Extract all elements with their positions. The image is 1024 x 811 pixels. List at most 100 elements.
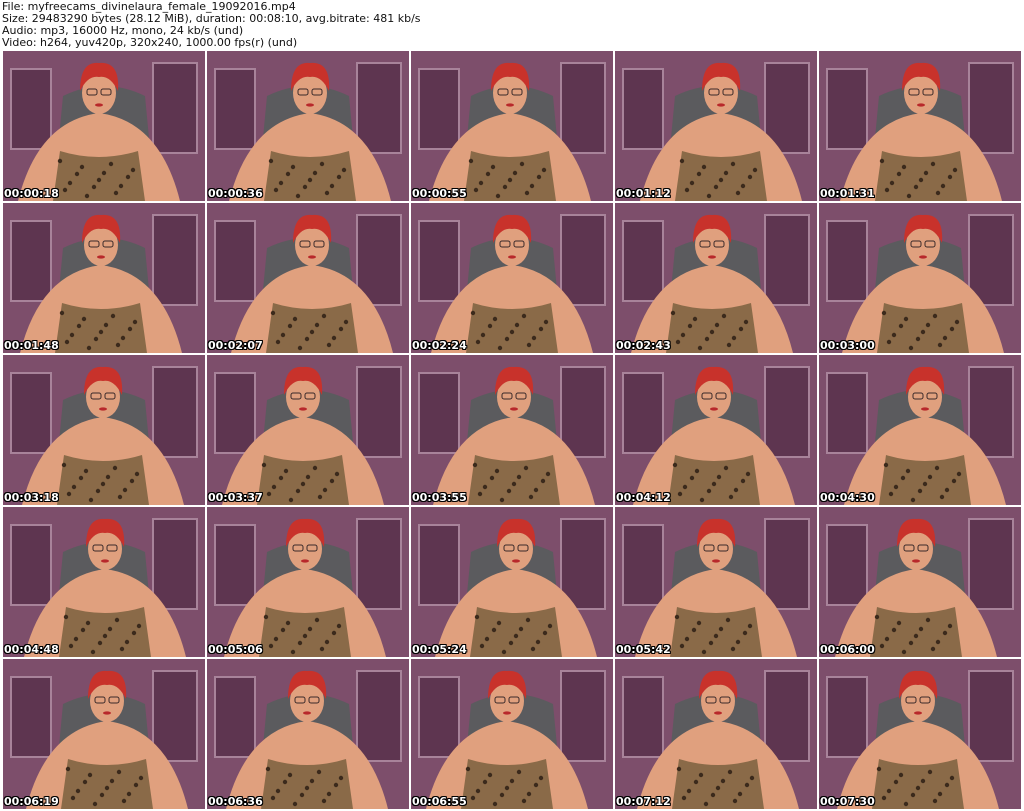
dress-pattern-spot — [82, 779, 88, 785]
dress-pattern-spot — [728, 494, 734, 500]
timestamp-label: 00:06:36 — [208, 795, 263, 808]
wall-panel — [764, 214, 810, 306]
dress-pattern-spot — [883, 462, 889, 468]
scene-image — [615, 659, 817, 809]
dress-pattern-spot — [886, 788, 892, 794]
dress-pattern-spot — [689, 475, 695, 481]
dress-pattern-spot — [492, 801, 498, 807]
dress-pattern-spot — [703, 801, 709, 807]
wall-panel — [214, 68, 256, 150]
dress-pattern-spot — [922, 481, 928, 487]
dress-pattern-spot — [942, 630, 948, 636]
dress-pattern-spot — [726, 342, 732, 348]
dress-pattern-spot — [747, 623, 753, 629]
dress-pattern-spot — [896, 171, 902, 177]
wall-panel — [560, 670, 606, 762]
dress-pattern-spot — [874, 614, 880, 620]
wall-panel — [622, 68, 664, 150]
dress-pattern-spot — [121, 798, 127, 804]
dress-pattern-spot — [714, 322, 720, 328]
dress-pattern-spot — [319, 646, 325, 652]
timestamp-label: 00:03:00 — [820, 339, 875, 352]
dress-pattern-spot — [333, 782, 339, 788]
dress-pattern-spot — [133, 782, 139, 788]
dress-pattern-spot — [501, 649, 507, 655]
thumbnail-frame: 00:05:24 — [411, 507, 613, 657]
timestamp-label: 00:03:55 — [412, 491, 467, 504]
dress-pattern-spot — [125, 174, 131, 180]
dress-pattern-spot — [134, 471, 140, 477]
dress-pattern-spot — [723, 465, 729, 471]
thumbnail-frame: 00:06:55 — [411, 659, 613, 809]
lips — [306, 103, 314, 107]
dress-pattern-spot — [265, 766, 271, 772]
dress — [266, 303, 358, 353]
dress-pattern-spot — [302, 633, 308, 639]
dress-pattern-spot — [331, 630, 337, 636]
dress-pattern-spot — [124, 639, 130, 645]
scene-image — [819, 51, 1021, 201]
dress — [59, 607, 151, 657]
dress-pattern-spot — [499, 497, 505, 503]
thumbnail-frame: 00:03:55 — [411, 355, 613, 505]
dress-pattern-spot — [487, 772, 493, 778]
wall-panel — [418, 220, 460, 302]
wall-panel — [968, 670, 1014, 762]
wall-panel — [968, 62, 1014, 154]
dress — [53, 151, 145, 201]
dress-pattern-spot — [73, 636, 79, 642]
dress-pattern-spot — [304, 785, 310, 791]
dress-pattern-spot — [129, 478, 135, 484]
dress — [879, 455, 971, 505]
dress-pattern-spot — [86, 345, 92, 351]
dress-pattern-spot — [63, 614, 69, 620]
wall-panel — [826, 68, 868, 150]
timestamp-label: 00:06:19 — [4, 795, 59, 808]
dress-pattern-spot — [290, 164, 296, 170]
dress-pattern-spot — [98, 329, 104, 335]
thumbnail-frame: 00:07:12 — [615, 659, 817, 809]
lips — [103, 711, 111, 715]
scene-image — [411, 203, 613, 353]
lips — [95, 103, 103, 107]
dress-pattern-spot — [735, 639, 741, 645]
dress-pattern-spot — [62, 187, 68, 193]
dress-pattern-spot — [735, 190, 741, 196]
dress-pattern-spot — [927, 474, 933, 480]
timestamp-label: 00:00:36 — [208, 187, 263, 200]
wall-panel — [622, 372, 664, 454]
dress-pattern-spot — [87, 772, 93, 778]
thumbnail-frame: 00:01:31 — [819, 51, 1021, 201]
lips — [512, 559, 520, 563]
wall-panel — [356, 366, 402, 458]
scene-image — [3, 51, 205, 201]
dress-pattern-spot — [280, 332, 286, 338]
thumbnail-frame: 00:06:19 — [3, 659, 205, 809]
dress-pattern-spot — [516, 769, 522, 775]
lips — [917, 103, 925, 107]
dress-pattern-spot — [136, 623, 142, 629]
dress-pattern-spot — [485, 171, 491, 177]
dress-pattern-spot — [698, 772, 704, 778]
dress — [666, 303, 758, 353]
dress-pattern-spot — [917, 488, 923, 494]
dress-pattern-spot — [915, 785, 921, 791]
lips — [99, 407, 107, 411]
dress-pattern-spot — [78, 475, 84, 481]
dress-pattern-spot — [118, 183, 124, 189]
dress-pattern-spot — [935, 639, 941, 645]
dress-pattern-spot — [465, 766, 471, 772]
dress-pattern-spot — [85, 620, 91, 626]
dress — [875, 151, 967, 201]
dress-pattern-spot — [932, 313, 938, 319]
timestamp-label: 00:03:18 — [4, 491, 59, 504]
wall-panel — [418, 676, 460, 758]
dress-pattern-spot — [70, 795, 76, 801]
dress-pattern-spot — [65, 766, 71, 772]
dress-pattern-spot — [268, 158, 274, 164]
lips — [308, 255, 316, 259]
dress-pattern-spot — [105, 474, 111, 480]
timestamp-label: 00:00:18 — [4, 187, 59, 200]
dress-pattern-spot — [925, 617, 931, 623]
dress-pattern-spot — [97, 640, 103, 646]
